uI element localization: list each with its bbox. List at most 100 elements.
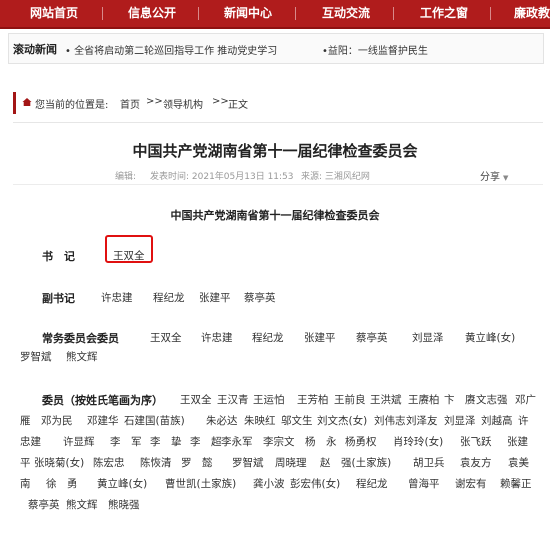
- member-name: 曾海平: [408, 478, 440, 490]
- member-name: 赖馨正: [500, 478, 532, 490]
- meta-publish-time: 发表时间: 2021年05月13日 11:53: [150, 172, 294, 182]
- member-name: 罗 懿: [181, 457, 213, 469]
- standing-member-name: 刘显泽: [412, 332, 444, 344]
- member-name: 王前良: [334, 394, 366, 406]
- secretary-name: 王双全: [113, 250, 145, 262]
- member-name: 文志强: [476, 394, 508, 406]
- member-name: 平: [20, 457, 31, 469]
- member-name: 陈恢清: [140, 457, 172, 469]
- member-name: 熊晓强: [108, 499, 140, 511]
- member-name: 杨勇权: [345, 436, 377, 448]
- member-name: 袁美: [508, 457, 529, 469]
- member-name: 杨 永: [305, 436, 337, 448]
- standing-committee-label: 常务委员会委员: [42, 332, 119, 345]
- breadcrumb-current: 正文: [228, 100, 248, 111]
- member-name: 李 军: [110, 436, 142, 448]
- member-name: 雁: [20, 415, 31, 427]
- deputy-secretary-name: 蔡亭英: [244, 292, 276, 304]
- nav-separator: [295, 7, 296, 20]
- member-name: 龚小波: [253, 478, 285, 490]
- content-subtitle: 中国共产党湖南省第十一届纪律检查委员会: [170, 209, 380, 222]
- chevron-down-icon: ▼: [503, 174, 509, 182]
- share-label: 分享: [480, 172, 500, 183]
- member-name: 谢宏有: [455, 478, 487, 490]
- nav-integrity-education[interactable]: 廉政教: [514, 4, 550, 21]
- deputy-secretary-name: 许忠建: [101, 292, 133, 304]
- meta-editor: 编辑:: [115, 172, 137, 182]
- member-name: 刘泽友: [406, 415, 438, 427]
- nav-separator: [393, 7, 394, 20]
- member-name: 许: [518, 415, 529, 427]
- news-link[interactable]: •益阳：一线监督护民生: [322, 42, 428, 57]
- scrolling-news-bar: 滚动新闻 • 全省将启动第二轮巡回指导工作 推动党史学习 •益阳：一线监督护民生: [8, 33, 544, 64]
- deputy-secretary-label: 副书记: [42, 292, 75, 305]
- member-name: 邓为民: [41, 415, 73, 427]
- home-icon: [22, 98, 32, 106]
- meta-source: 来源: 三湘风纪网: [301, 172, 370, 182]
- member-name: 王赓柏: [408, 394, 440, 406]
- member-name: 南: [20, 478, 31, 490]
- member-name: 邓建华: [87, 415, 119, 427]
- member-name: 陈宏忠: [93, 457, 125, 469]
- member-name: 徐 勇: [46, 478, 78, 490]
- divider: [13, 184, 543, 185]
- member-name: 刘越高: [481, 415, 513, 427]
- member-name: 邓广: [515, 394, 536, 406]
- member-name: 胡卫兵: [413, 457, 445, 469]
- member-name: 袁友方: [460, 457, 492, 469]
- standing-member-name: 蔡亭英: [356, 332, 388, 344]
- member-name: 石建国(苗族): [124, 415, 185, 427]
- member-name: 周晓理: [275, 457, 307, 469]
- member-name: 王双全: [180, 394, 212, 406]
- scrolling-news-label: 滚动新闻: [13, 43, 57, 56]
- member-name: 张建: [507, 436, 528, 448]
- member-name: 王运怕: [253, 394, 285, 406]
- member-name: 刘显泽: [444, 415, 476, 427]
- member-name: 卞 赓: [444, 394, 476, 406]
- nav-home[interactable]: 网站首页: [30, 4, 78, 21]
- member-name: 李永军: [221, 436, 253, 448]
- member-name: 李宗文: [263, 436, 295, 448]
- member-name: 刘文杰(女): [317, 415, 368, 427]
- member-name: 王芳柏: [297, 394, 329, 406]
- top-nav: 网站首页 信息公开 新闻中心 互动交流 工作之窗 廉政教: [0, 0, 550, 29]
- member-name: 朱映红: [244, 415, 276, 427]
- member-name: 忠建: [20, 436, 41, 448]
- standing-member-name: 熊文辉: [66, 351, 98, 363]
- member-name: 李 超: [190, 436, 222, 448]
- member-name: 黄立峰(女): [97, 478, 148, 490]
- nav-separator: [198, 7, 199, 20]
- member-name: 曹世凯(土家族): [165, 478, 237, 490]
- breadcrumb-home-link[interactable]: 首页: [120, 96, 140, 111]
- standing-member-name: 王双全: [150, 332, 182, 344]
- nav-separator: [490, 7, 491, 20]
- member-name: 朱必达: [206, 415, 238, 427]
- breadcrumb: 您当前的位置是: 首页 >> 领导机构 >> 正文: [13, 92, 546, 114]
- member-name: 王汉青: [217, 394, 249, 406]
- deputy-secretary-name: 张建平: [199, 292, 231, 304]
- member-name: 张飞跃: [460, 436, 492, 448]
- member-name: 程纪龙: [356, 478, 388, 490]
- divider: [13, 122, 543, 123]
- standing-member-name: 程纪龙: [252, 332, 284, 344]
- article-title: 中国共产党湖南省第十一届纪律检查委员会: [132, 142, 418, 160]
- breadcrumb-leadership-link[interactable]: 领导机构: [163, 96, 203, 111]
- standing-member-name: 许忠建: [201, 332, 233, 344]
- member-name: 肖玲玲(女): [393, 436, 444, 448]
- secretary-label: 书 记: [42, 250, 75, 263]
- news-link[interactable]: • 全省将启动第二轮巡回指导工作 推动党史学习: [65, 42, 277, 57]
- nav-news-center[interactable]: 新闻中心: [224, 4, 272, 21]
- standing-member-name: 黄立峰(女): [465, 332, 516, 344]
- share-button[interactable]: 分享 ▼: [480, 168, 508, 183]
- nav-work-window[interactable]: 工作之窗: [420, 4, 468, 21]
- member-name: 熊文辉: [66, 499, 98, 511]
- standing-member-name: 罗智斌: [20, 351, 52, 363]
- nav-info-disclosure[interactable]: 信息公开: [128, 4, 176, 21]
- member-name: 邬文生: [281, 415, 313, 427]
- member-name: 蔡亭英: [28, 499, 60, 511]
- member-name: 刘伟志: [374, 415, 406, 427]
- breadcrumb-separator: >>: [212, 96, 229, 107]
- member-name: 彭宏伟(女): [290, 478, 341, 490]
- member-name: 罗智斌: [232, 457, 264, 469]
- nav-interaction[interactable]: 互动交流: [322, 4, 370, 21]
